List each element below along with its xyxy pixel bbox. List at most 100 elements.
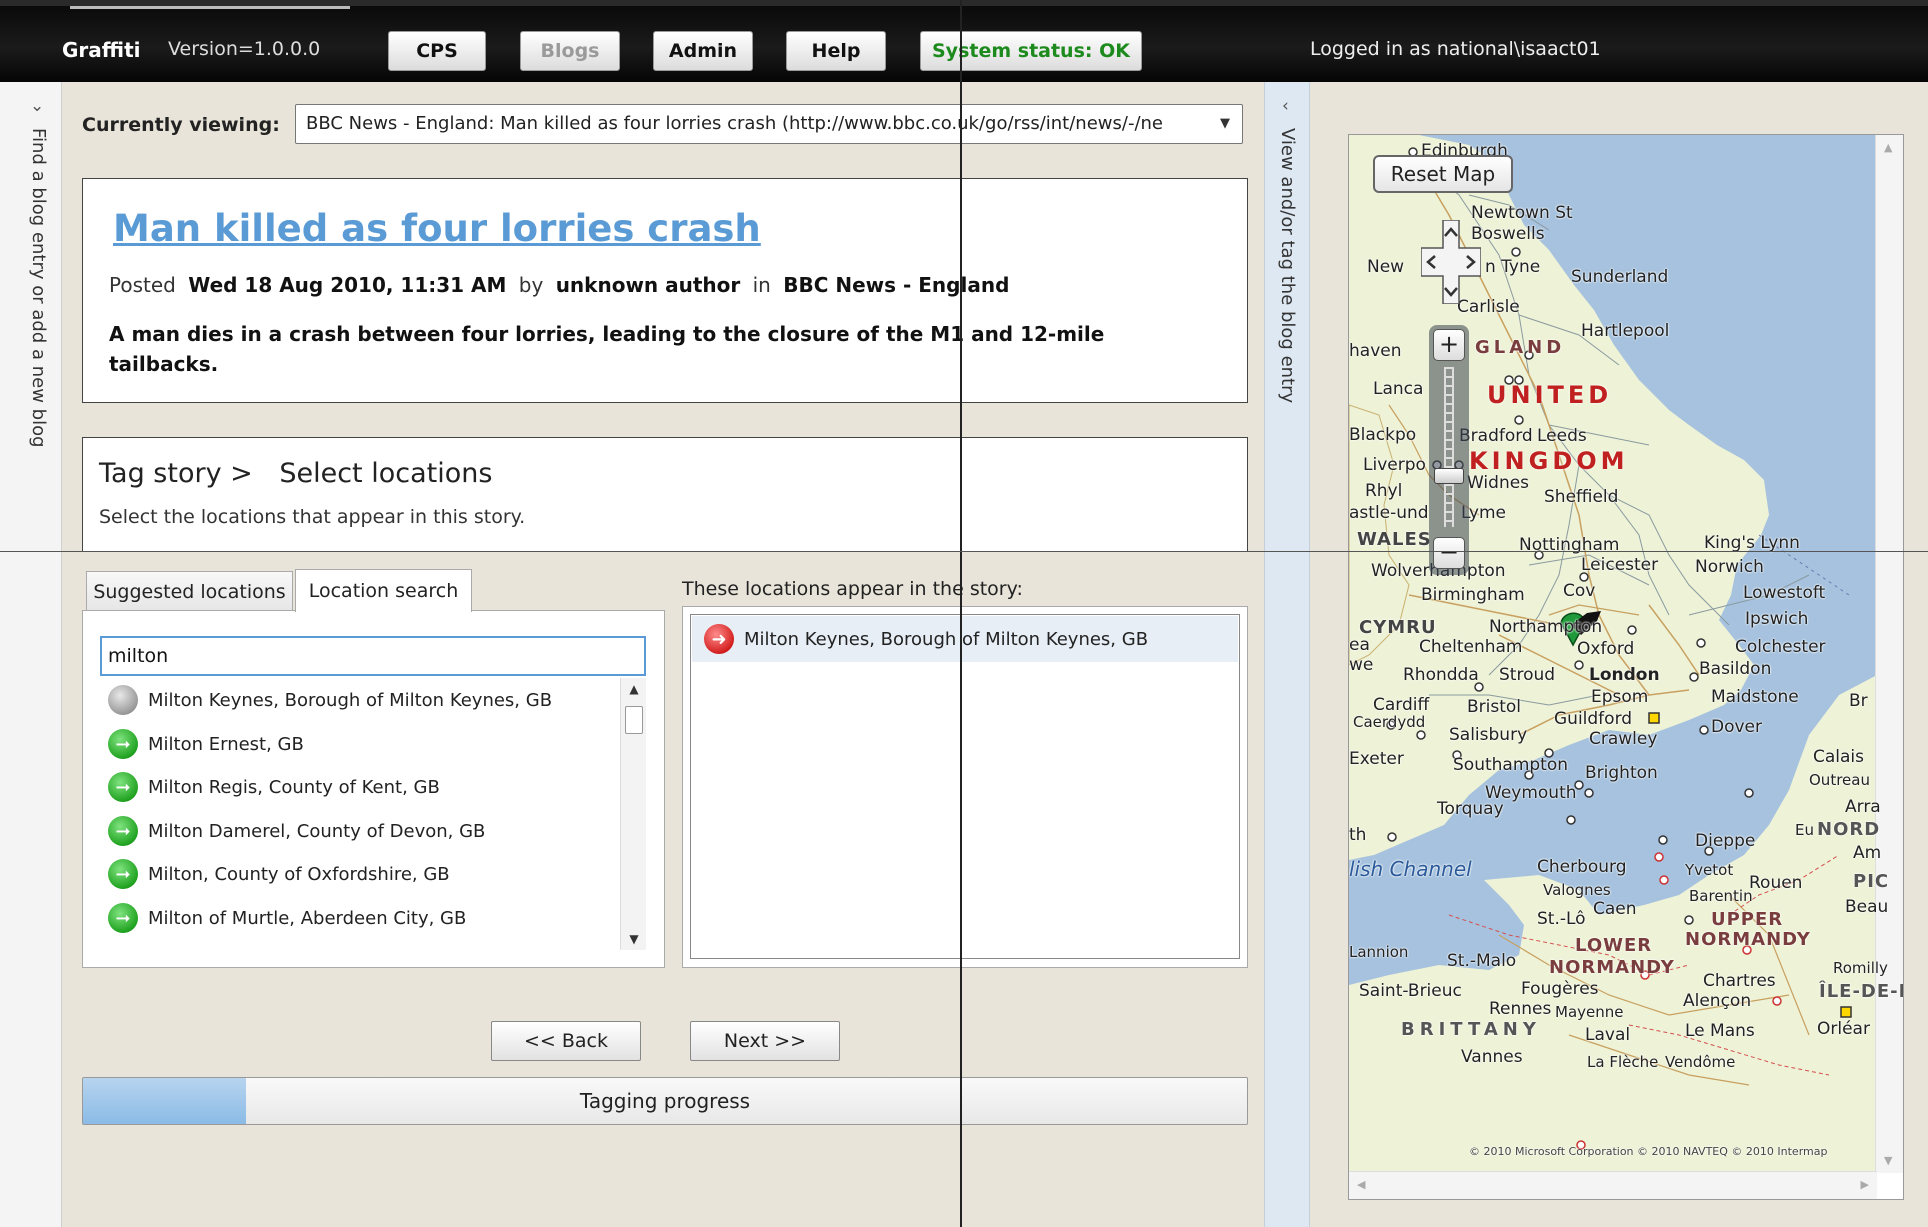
results-scrollbar[interactable]: ▲ ▼ [620, 678, 646, 950]
blogs-button[interactable]: Blogs [520, 31, 620, 71]
reset-map-button[interactable]: Reset Map [1373, 155, 1513, 193]
zoom-out-button[interactable]: − [1433, 537, 1465, 569]
map-label: Cheltenham [1419, 637, 1523, 657]
top-bar: Graffiti Version=1.0.0.0 CPS Blogs Admin… [0, 0, 1928, 82]
map-label: Eu [1795, 821, 1814, 839]
map-label: King's Lynn [1704, 533, 1800, 553]
zoom-in-button[interactable]: + [1433, 329, 1465, 361]
map-label: Leeds [1537, 426, 1587, 446]
remove-location-icon[interactable]: ➜ [704, 624, 734, 654]
map-canvas[interactable]: Reset Map + − Edinburgh Newtown St Boswe… [1349, 135, 1903, 1173]
map-label: Oxford [1577, 639, 1635, 659]
map-label: we [1349, 655, 1374, 675]
help-button[interactable]: Help [786, 31, 886, 71]
chevron-left-icon[interactable]: ‹ [1282, 96, 1289, 116]
add-location-icon[interactable]: ➞ [108, 772, 138, 802]
map-label: NORMANDY [1685, 929, 1811, 950]
map-label: PIC [1853, 871, 1890, 892]
breadcrumb-root[interactable]: Tag story > [99, 458, 253, 489]
map-label: St.-Malo [1447, 951, 1517, 971]
list-item[interactable]: ➞ Milton Ernest, GB [108, 726, 618, 762]
map-pan-control[interactable] [1420, 219, 1482, 305]
map-label: Guildford [1554, 709, 1633, 729]
map-label: Vannes [1461, 1047, 1523, 1067]
map-label: NORD [1817, 819, 1881, 840]
search-results-list: Milton Keynes, Borough of Milton Keynes,… [100, 680, 620, 950]
map-label: Beau [1845, 897, 1889, 917]
list-item[interactable]: ➞ Milton of Murtle, Aberdeen City, GB [108, 900, 618, 936]
add-location-icon[interactable]: ➞ [108, 903, 138, 933]
map-label: Rhondda [1403, 665, 1479, 685]
map-label: Liverpo [1363, 455, 1426, 475]
pan-arrows-icon[interactable] [1420, 219, 1482, 305]
map-label: Boswells [1471, 224, 1545, 244]
breadcrumb: Tag story > Select locations [99, 458, 492, 489]
tab-highlight [70, 6, 350, 9]
result-label: Milton Regis, County of Kent, GB [148, 776, 440, 798]
scroll-down-icon[interactable]: ▼ [1884, 1154, 1892, 1167]
map-label: Crawley [1589, 729, 1658, 749]
map-label: Alençon [1683, 991, 1752, 1011]
tab-suggested-locations[interactable]: Suggested locations [86, 571, 293, 611]
map-label: Dieppe [1695, 831, 1756, 851]
story-title-link[interactable]: Man killed as four lorries crash [113, 207, 761, 250]
map-label: Cherbourg [1537, 857, 1627, 877]
left-collapsible-panel[interactable]: ⌄ Find a blog entry or add a new blog [0, 82, 62, 1227]
tagging-instructions: Select the locations that appear in this… [99, 506, 526, 528]
add-location-icon[interactable]: ➞ [108, 729, 138, 759]
location-map[interactable]: Reset Map + − Edinburgh Newtown St Boswe… [1348, 134, 1904, 1200]
cps-button[interactable]: CPS [388, 31, 486, 71]
story-source: BBC News - England [783, 273, 1010, 297]
progress-label: Tagging progress [579, 1089, 751, 1113]
scroll-up-icon[interactable]: ▲ [621, 678, 647, 700]
map-horizontal-scrollbar[interactable]: ◀ ▶ [1349, 1171, 1877, 1199]
list-item[interactable]: ➜ Milton Keynes, Borough of Milton Keyne… [692, 616, 1238, 662]
appear-item-label: Milton Keynes, Borough of Milton Keynes,… [744, 628, 1149, 650]
map-label: Dover [1711, 717, 1762, 737]
right-collapsible-panel[interactable]: ‹ View and/or tag the blog entry [1264, 82, 1310, 1227]
map-label: Rhyl [1365, 481, 1403, 501]
zoom-track[interactable] [1444, 367, 1454, 527]
result-label: Milton Ernest, GB [148, 733, 304, 755]
app-window: Graffiti Version=1.0.0.0 CPS Blogs Admin… [0, 0, 1928, 1227]
scroll-down-icon[interactable]: ▼ [621, 928, 647, 950]
list-item[interactable]: ➞ Milton Damerel, County of Devon, GB [108, 813, 618, 849]
currently-viewing-select[interactable]: BBC News - England: Man killed as four l… [295, 104, 1243, 144]
map-label: Leicester [1581, 555, 1659, 575]
scroll-thumb[interactable] [625, 706, 643, 734]
map-label: UNITED [1487, 381, 1613, 409]
scroll-left-icon[interactable]: ◀ [1357, 1178, 1365, 1191]
story-author: unknown author [555, 273, 741, 297]
currently-viewing-value: BBC News - England: Man killed as four l… [306, 113, 1163, 134]
zoom-slider-thumb[interactable] [1434, 468, 1464, 484]
map-label: NORMANDY [1549, 957, 1675, 978]
dropdown-arrow-icon[interactable]: ▼ [1220, 105, 1230, 143]
map-label: Valognes [1543, 881, 1611, 899]
add-location-icon[interactable]: ➞ [108, 859, 138, 889]
admin-button[interactable]: Admin [653, 31, 753, 71]
list-item[interactable]: Milton Keynes, Borough of Milton Keynes,… [108, 682, 618, 718]
map-label: Caen [1593, 899, 1637, 919]
list-item[interactable]: ➞ Milton Regis, County of Kent, GB [108, 769, 618, 805]
story-date: Wed 18 Aug 2010, 11:31 AM [188, 273, 507, 297]
map-label: Laval [1585, 1025, 1631, 1045]
tab-location-search[interactable]: Location search [295, 569, 472, 612]
map-label: Stroud [1499, 665, 1556, 685]
scroll-right-icon[interactable]: ▶ [1861, 1178, 1869, 1191]
map-label: Salisbury [1449, 725, 1528, 745]
tagging-progress-bar: Tagging progress [82, 1077, 1248, 1125]
location-search-input[interactable] [100, 636, 646, 676]
map-label: Saint-Brieuc [1359, 981, 1462, 1001]
next-button[interactable]: Next >> [690, 1021, 840, 1061]
chevron-down-icon[interactable]: ⌄ [30, 96, 44, 116]
back-button[interactable]: << Back [491, 1021, 641, 1061]
add-location-icon[interactable]: ➞ [108, 816, 138, 846]
system-status-button[interactable]: System status: OK [920, 31, 1142, 71]
map-label: KINGDOM [1469, 447, 1629, 475]
map-label: Lanca [1373, 379, 1424, 399]
list-item[interactable]: ➞ Milton, County of Oxfordshire, GB [108, 856, 618, 892]
scroll-up-icon[interactable]: ▲ [1884, 141, 1892, 154]
map-label: Birmingham [1421, 585, 1525, 605]
in-label: in [752, 273, 771, 297]
map-vertical-scrollbar[interactable]: ▲ ▼ [1875, 135, 1903, 1173]
